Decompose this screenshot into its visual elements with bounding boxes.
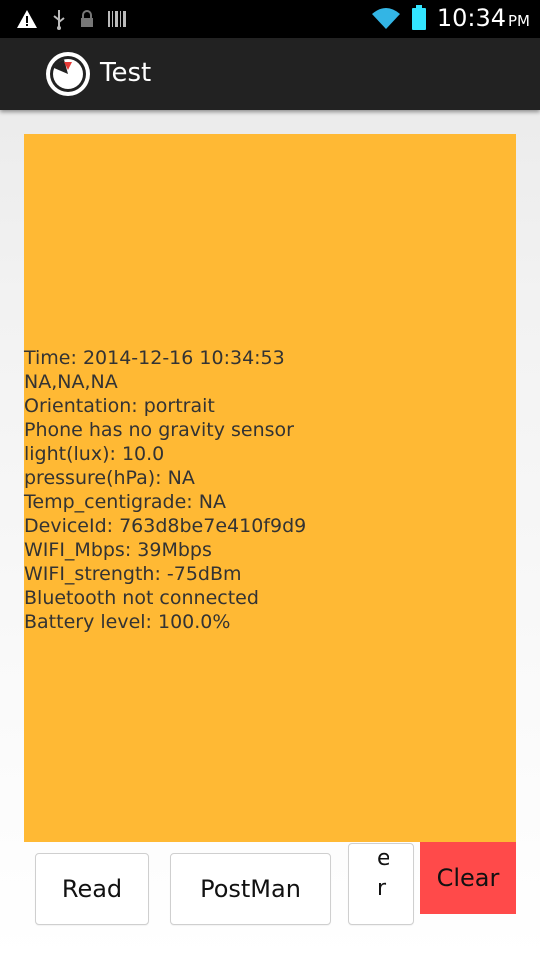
info-line-gravity: Phone has no gravity sensor xyxy=(24,419,294,441)
info-line-battery: Battery level: 100.0% xyxy=(24,611,231,633)
wifi-icon xyxy=(371,8,400,29)
clock-ampm: PM xyxy=(508,12,530,30)
clock: 10:34 PM xyxy=(437,4,530,32)
action-bar: Test xyxy=(0,38,540,110)
read-button[interactable]: Read xyxy=(35,853,149,925)
truncated-button-label-top: e xyxy=(377,846,389,871)
truncated-button-label-bottom: r xyxy=(377,876,387,901)
status-bar: 10:34 PM xyxy=(0,0,540,38)
status-bar-notifications xyxy=(16,8,126,30)
sensor-info-panel: Time: 2014-12-16 10:34:53 NA,NA,NA Orien… xyxy=(24,134,516,842)
info-line-light: light(lux): 10.0 xyxy=(24,443,165,465)
usb-icon xyxy=(53,10,65,30)
info-line-time: Time: 2014-12-16 10:34:53 xyxy=(24,347,285,369)
info-line-device-id: DeviceId: 763d8be7e410f9d9 xyxy=(24,515,307,537)
info-line-pressure: pressure(hPa): NA xyxy=(24,467,195,489)
status-bar-system: 10:34 PM xyxy=(371,4,530,32)
lock-icon xyxy=(81,10,93,27)
info-line-orientation: Orientation: portrait xyxy=(24,395,215,417)
clock-time: 10:34 xyxy=(436,4,506,32)
postman-button[interactable]: PostMan xyxy=(170,853,331,925)
battery-icon xyxy=(411,5,426,30)
info-line-accel: NA,NA,NA xyxy=(24,371,118,393)
barcode-icon xyxy=(108,11,126,27)
gauge-icon[interactable] xyxy=(44,50,92,98)
clear-button[interactable]: Clear xyxy=(420,842,516,914)
warning-icon xyxy=(17,10,37,28)
info-line-bluetooth: Bluetooth not connected xyxy=(24,587,259,609)
app-title: Test xyxy=(100,58,152,88)
info-line-temperature: Temp_centigrade: NA xyxy=(24,491,226,513)
info-line-wifi-speed: WIFI_Mbps: 39Mbps xyxy=(24,539,212,561)
truncated-button[interactable]: e r xyxy=(348,843,414,925)
sensor-info-text: Time: 2014-12-16 10:34:53 NA,NA,NA Orien… xyxy=(24,346,516,634)
info-line-wifi-strength: WIFI_strength: -75dBm xyxy=(24,563,242,585)
